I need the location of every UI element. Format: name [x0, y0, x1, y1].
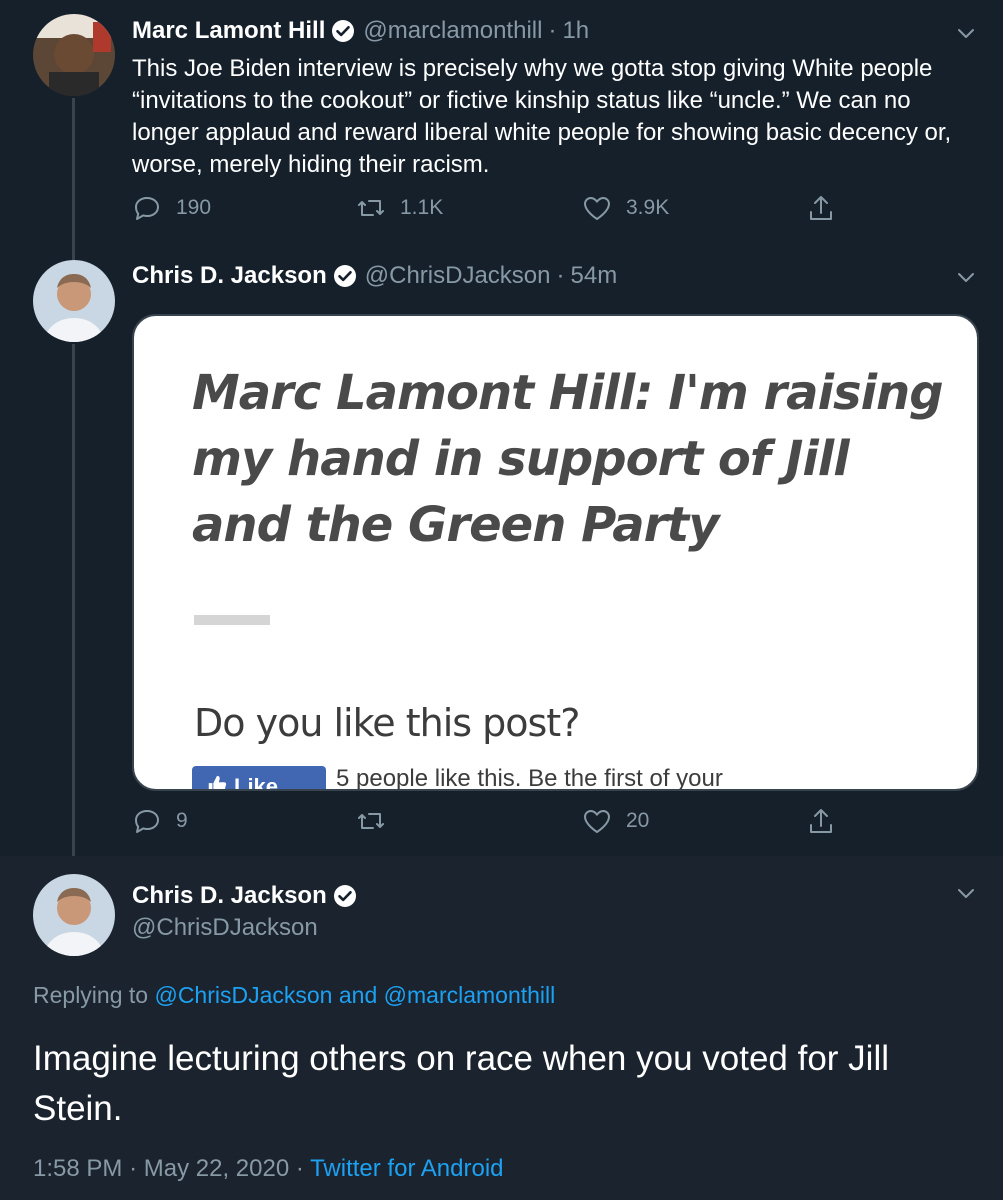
share-icon — [810, 809, 832, 833]
tweet-time[interactable]: 1:58 PM — [33, 1155, 122, 1182]
separator: · — [295, 1155, 304, 1182]
reply-icon — [135, 197, 159, 220]
facebook-like-button: Like — [192, 766, 326, 791]
reply-button[interactable]: 190 — [132, 193, 211, 223]
chevron-down-icon[interactable] — [955, 266, 977, 288]
reply-count: 190 — [176, 196, 212, 219]
card-question: Do you like this post? — [194, 701, 580, 745]
separator: · — [556, 262, 565, 289]
chevron-down-icon[interactable] — [955, 882, 977, 904]
like-icon — [584, 197, 610, 220]
thumbs-up-icon — [208, 775, 227, 789]
avatar[interactable] — [33, 14, 115, 96]
thread-line — [72, 344, 75, 856]
replying-to: Replying to @ChrisDJackson and @marclamo… — [33, 982, 555, 1009]
verified-badge-icon — [331, 19, 355, 43]
tweet-source-link[interactable]: Twitter for Android — [310, 1155, 503, 1182]
tweet-meta: 1:58 PM · May 22, 2020 · Twitter for And… — [33, 1155, 504, 1183]
screenshot-card[interactable]: Marc Lamont Hill: I'm raising my hand in… — [132, 314, 979, 791]
tweet-text: Imagine lecturing others on race when yo… — [33, 1039, 890, 1128]
retweet-button[interactable]: 1.1K — [356, 193, 443, 223]
reply-button[interactable]: 9 — [132, 806, 188, 836]
display-name[interactable]: Chris D. Jackson — [132, 882, 327, 910]
replying-and: and — [338, 982, 378, 1008]
tweet-actions: 190 1.1K 3.9K — [132, 193, 852, 233]
thread-line — [72, 244, 75, 260]
replying-user-link[interactable]: @marclamonthill — [384, 982, 556, 1008]
retweet-icon — [358, 813, 384, 829]
separator: · — [548, 17, 557, 44]
replying-user-link[interactable]: @ChrisDJackson — [154, 982, 332, 1008]
facebook-like-count: 5 people like this. Be the first of your — [336, 765, 723, 791]
avatar[interactable] — [33, 874, 115, 956]
tweet-text: This Joe Biden interview is precisely wh… — [132, 55, 952, 178]
like-count: 3.9K — [626, 196, 670, 219]
tweet-actions: 9 20 — [132, 806, 852, 846]
tweet-header: Chris D. Jackson @ChrisDJackson · 54m — [132, 262, 617, 290]
user-handle[interactable]: @ChrisDJackson — [132, 914, 318, 942]
facebook-like-label: Like — [234, 774, 279, 791]
display-name[interactable]: Chris D. Jackson — [132, 262, 327, 290]
replying-prefix: Replying to — [33, 982, 149, 1008]
reply-icon — [135, 810, 159, 833]
tweet-marc-lamont-hill[interactable]: Marc Lamont Hill @marclamonthill · 1h Th… — [0, 0, 1003, 244]
avatar[interactable] — [33, 260, 115, 342]
share-button[interactable] — [806, 806, 850, 836]
share-button[interactable] — [806, 193, 850, 223]
reply-count: 9 — [176, 809, 188, 832]
tweet-chris-jackson-main[interactable]: Chris D. Jackson @ChrisDJackson Replying… — [0, 856, 1003, 1200]
chevron-down-icon[interactable] — [955, 22, 977, 44]
separator: · — [129, 1155, 138, 1182]
thread-line — [72, 98, 75, 244]
card-divider — [194, 615, 270, 625]
user-handle[interactable]: @ChrisDJackson — [365, 262, 551, 290]
user-handle[interactable]: @marclamonthill — [363, 17, 542, 45]
tweet-date[interactable]: May 22, 2020 — [144, 1155, 289, 1182]
tweet-time[interactable]: 54m — [571, 262, 618, 290]
tweet-chris-jackson-quote[interactable]: Chris D. Jackson @ChrisDJackson · 54m Ma… — [0, 244, 1003, 856]
retweet-count: 1.1K — [400, 196, 444, 219]
display-name[interactable]: Marc Lamont Hill — [132, 17, 325, 45]
like-count: 20 — [626, 809, 650, 832]
tweet-time[interactable]: 1h — [562, 17, 589, 45]
like-button[interactable]: 20 — [582, 806, 649, 836]
verified-badge-icon — [333, 264, 357, 288]
like-button[interactable]: 3.9K — [582, 193, 669, 223]
share-icon — [810, 196, 832, 220]
retweet-button[interactable] — [356, 806, 400, 836]
tweet-header: Chris D. Jackson — [132, 882, 365, 910]
like-icon — [584, 810, 610, 833]
retweet-icon — [358, 200, 384, 216]
card-headline: Marc Lamont Hill: I'm raising my hand in… — [192, 365, 944, 553]
verified-badge-icon — [333, 884, 357, 908]
tweet-header: Marc Lamont Hill @marclamonthill · 1h — [132, 17, 589, 45]
